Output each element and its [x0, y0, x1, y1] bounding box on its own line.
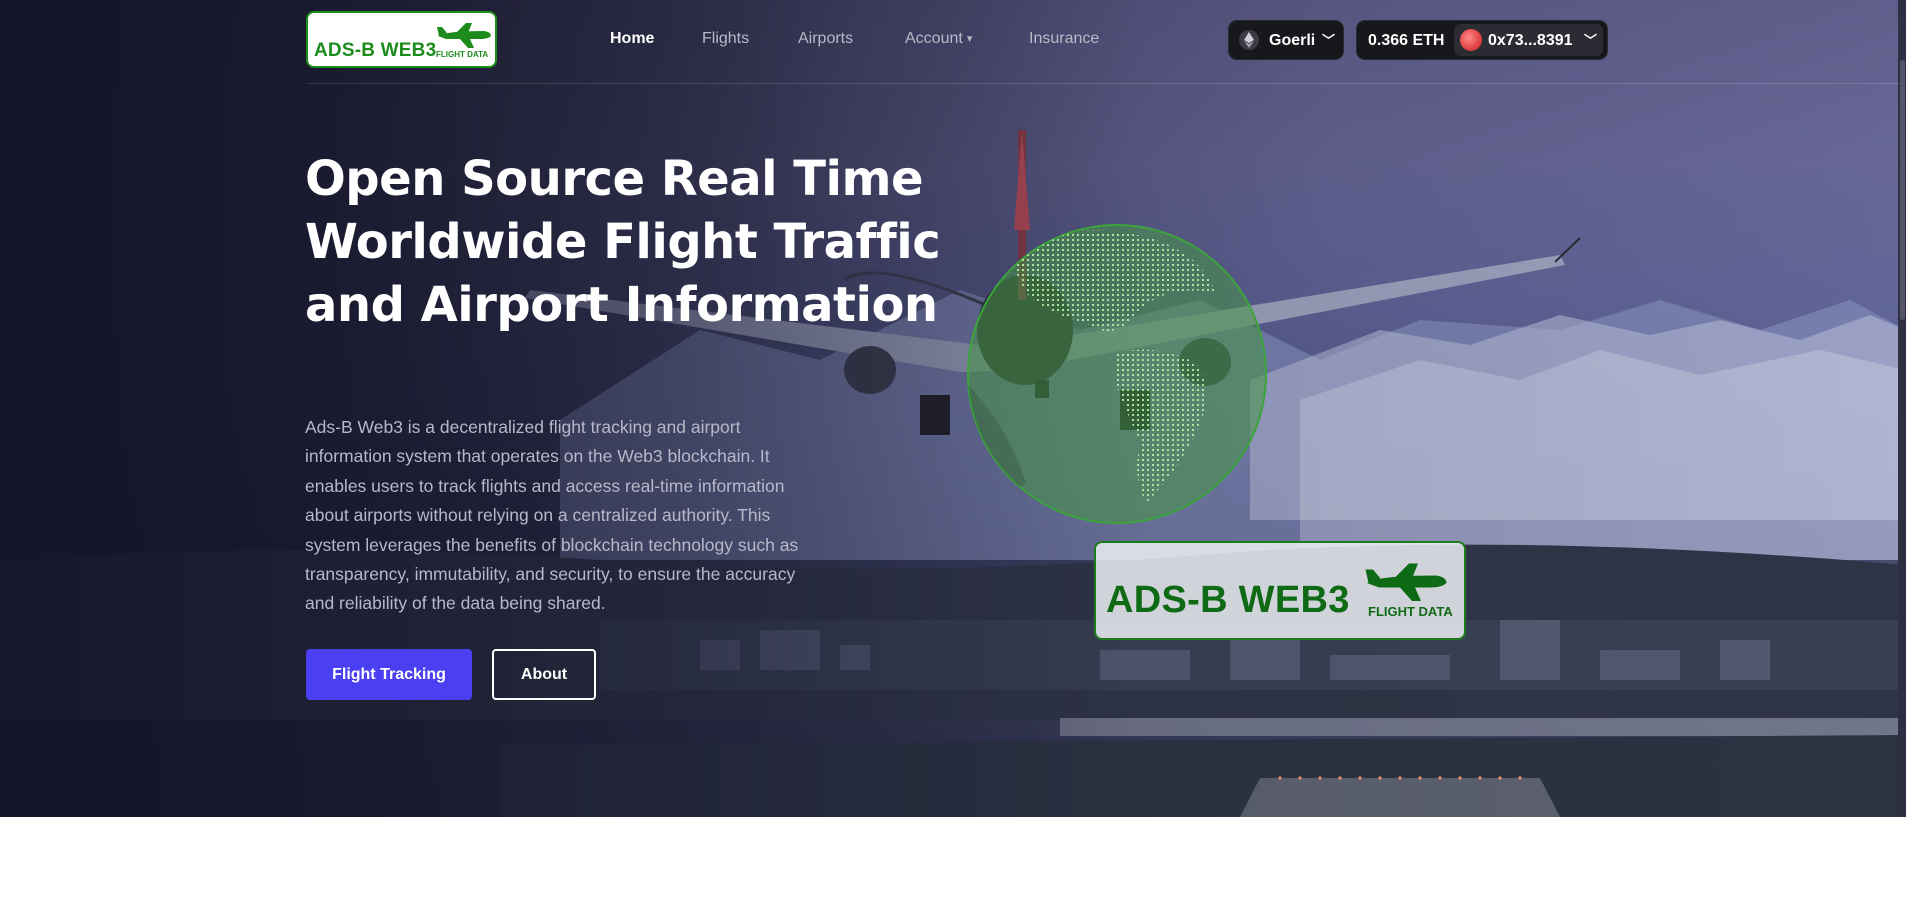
ethereum-icon	[1239, 30, 1259, 50]
site-logo[interactable]: ADS-B WEB3 FLIGHT DATA	[306, 11, 497, 68]
nav-home[interactable]: Home	[610, 30, 654, 48]
wallet-balance: 0.366 ETH	[1368, 32, 1445, 49]
wallet-account-button[interactable]: 0.366 ETH 0x73...8391 ﹀	[1356, 20, 1608, 60]
chevron-down-icon: ﹀	[1584, 33, 1598, 48]
flight-tracking-button[interactable]: Flight Tracking	[306, 649, 472, 700]
network-selector[interactable]: Goerli ﹀	[1228, 20, 1344, 60]
wallet-address-chip[interactable]: 0x73...8391 ﹀	[1454, 24, 1603, 56]
nav-account-label: Account	[905, 30, 963, 47]
avatar	[1460, 29, 1482, 51]
nav-insurance[interactable]: Insurance	[1029, 30, 1099, 48]
nav-flights[interactable]: Flights	[702, 30, 749, 48]
hero-description: Ads-B Web3 is a decentralized flight tra…	[305, 417, 799, 614]
hero-headline: Open Source Real Time Worldwide Flight T…	[305, 151, 941, 333]
brand-card: ADS-B WEB3 FLIGHT DATA	[1094, 541, 1466, 640]
nav-divider	[307, 83, 1900, 84]
logo-title: ADS-B WEB3	[314, 40, 437, 61]
hero-background-image	[0, 0, 1906, 817]
card-title: ADS-B WEB3	[1106, 579, 1350, 621]
wallet-address: 0x73...8391	[1488, 32, 1573, 49]
nav-account[interactable]: Account ▾	[905, 30, 972, 48]
logo-subtitle: FLIGHT DATA	[436, 50, 489, 59]
scrollbar[interactable]	[1898, 0, 1906, 817]
nav-airports[interactable]: Airports	[798, 30, 853, 48]
card-subtitle: FLIGHT DATA	[1368, 604, 1453, 619]
airplane-icon	[1365, 563, 1447, 601]
chevron-down-icon: ﹀	[1322, 33, 1336, 48]
hero-section: ADS-B WEB3 FLIGHT DATA Home Flights Airp…	[0, 0, 1906, 817]
chevron-down-icon: ▾	[966, 33, 973, 45]
globe-graphic	[967, 224, 1267, 524]
network-name: Goerli	[1269, 32, 1316, 49]
about-button[interactable]: About	[492, 649, 596, 700]
airplane-icon	[437, 23, 491, 48]
